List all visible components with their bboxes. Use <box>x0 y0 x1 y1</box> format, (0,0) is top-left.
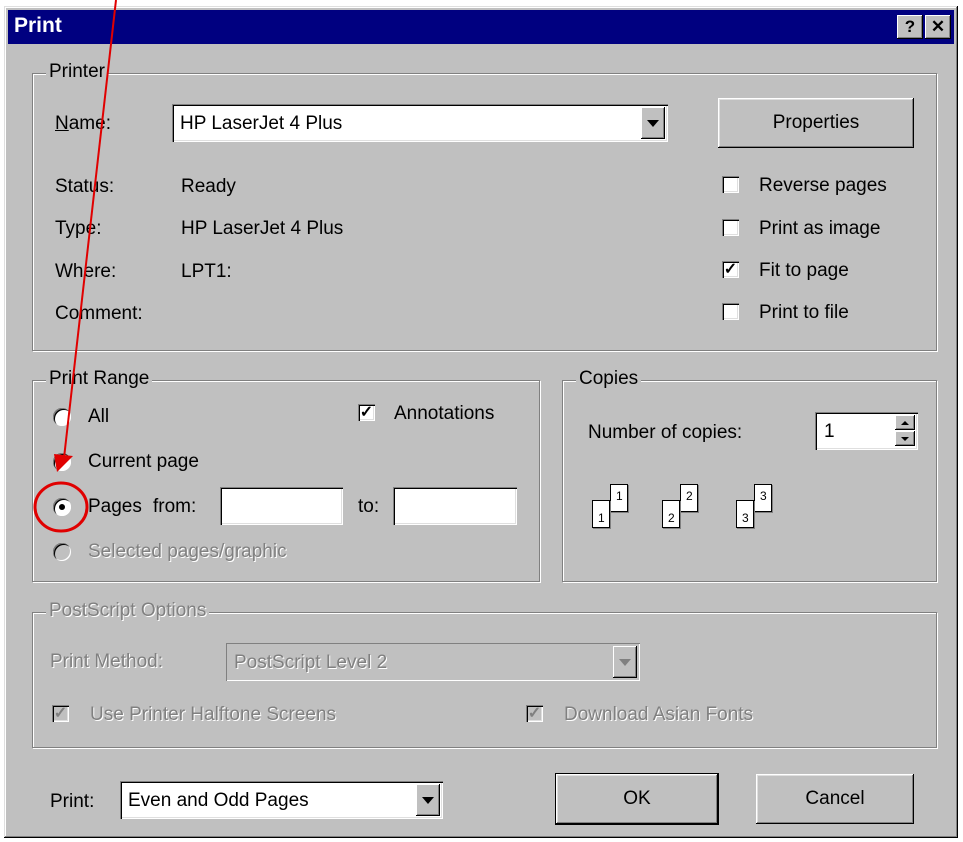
annotation-circle <box>33 481 89 533</box>
annotation-arrow-head <box>54 454 73 472</box>
annotation-arrow-line <box>63 0 117 459</box>
annotation-overlay <box>33 0 117 533</box>
